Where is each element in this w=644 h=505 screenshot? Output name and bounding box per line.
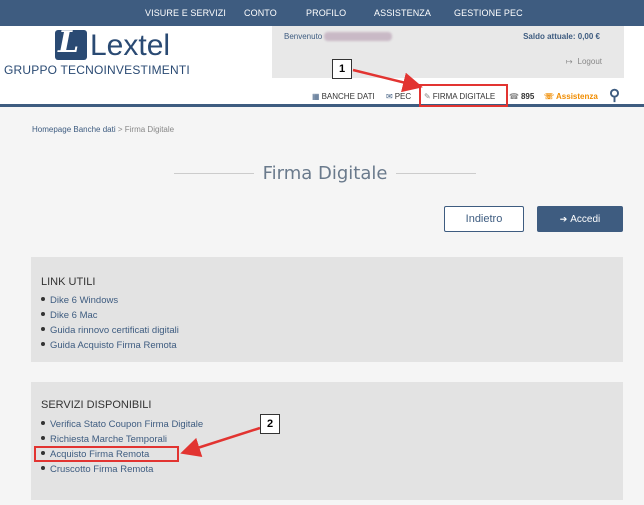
top-navigation: VISURE E SERVIZI CONTO PROFILO ASSISTENZ… <box>0 0 644 26</box>
breadcrumb-current: Firma Digitale <box>124 125 175 134</box>
link-cruscotto-firma-remota[interactable]: Cruscotto Firma Remota <box>41 462 203 477</box>
link-label: Verifica Stato Coupon Firma Digitale <box>50 419 204 430</box>
title-divider-right <box>396 173 476 174</box>
link-label: Dike 6 Windows <box>50 295 119 306</box>
assistenza-label: Assistenza <box>556 92 598 101</box>
nav-profilo[interactable]: PROFILO <box>306 0 346 26</box>
banche-dati-label: BANCHE DATI <box>321 92 375 101</box>
login-button[interactable]: ➔ Accedi <box>537 206 623 232</box>
bullet <box>41 297 45 302</box>
breadcrumb-home[interactable]: Homepage Banche dati <box>32 125 116 134</box>
sign-in-icon: ➔ <box>559 214 568 224</box>
user-box: Benvenuto Saldo attuale: 0,00 € ↦ Logout <box>272 26 624 78</box>
link-label: Richiesta Marche Temporali <box>50 434 168 445</box>
link-label: Guida Acquisto Firma Remota <box>50 340 177 351</box>
logout-label: Logout <box>577 57 602 66</box>
header-divider <box>0 104 644 107</box>
blurred-username <box>324 32 392 41</box>
link-dike-windows[interactable]: Dike 6 Windows <box>41 293 179 308</box>
nav-assistenza[interactable]: ASSISTENZA <box>374 0 431 26</box>
bullet <box>41 342 45 347</box>
link-verifica-coupon[interactable]: Verifica Stato Coupon Firma Digitale <box>41 417 203 432</box>
back-button[interactable]: Indietro <box>444 206 524 232</box>
bullet <box>41 312 45 317</box>
nav-visure-servizi[interactable]: VISURE E SERVIZI <box>145 0 226 26</box>
link-label: Guida rinnovo certificati digitali <box>50 325 179 336</box>
lextel-logo-icon[interactable]: L <box>55 26 87 60</box>
nav-gestione-pec[interactable]: GESTIONE PEC <box>454 0 523 26</box>
callout-2: 2 <box>260 414 280 434</box>
search-icon[interactable]: ⚲ <box>609 87 620 105</box>
subnav-assistenza[interactable]: ☏ Assistenza <box>544 91 598 103</box>
bullet <box>41 436 45 441</box>
acquisto-highlight-box <box>34 446 179 462</box>
envelope-icon: ✉ <box>386 92 393 101</box>
link-utili-panel: LINK UTILI Dike 6 Windows Dike 6 Mac Gui… <box>31 257 623 362</box>
subnav-phone[interactable]: ☎ 895 <box>509 91 534 103</box>
link-dike-mac[interactable]: Dike 6 Mac <box>41 308 179 323</box>
link-utili-list: Dike 6 Windows Dike 6 Mac Guida rinnovo … <box>41 293 179 353</box>
firma-digitale-highlight-box <box>419 84 508 107</box>
phone-icon: ☏ <box>544 92 555 101</box>
welcome-text: Benvenuto <box>284 32 323 41</box>
logo-name[interactable]: Lextel <box>90 30 170 62</box>
bullet <box>41 466 45 471</box>
servizi-disponibili-panel: SERVIZI DISPONIBILI Verifica Stato Coupo… <box>31 382 623 500</box>
phone-label: 895 <box>520 92 535 101</box>
page-title: Firma Digitale <box>262 163 388 184</box>
logout-icon: ↦ <box>565 57 573 66</box>
servizi-title: SERVIZI DISPONIBILI <box>41 399 152 411</box>
subnav-banche-dati[interactable]: ▦ BANCHE DATI <box>312 91 375 103</box>
title-divider-left <box>174 173 254 174</box>
headset-icon: ☎ <box>509 92 519 101</box>
callout-1: 1 <box>332 59 352 79</box>
breadcrumb: Homepage Banche dati > Firma Digitale <box>32 125 174 134</box>
grid-icon: ▦ <box>312 92 320 101</box>
link-utili-title: LINK UTILI <box>41 276 96 288</box>
link-label: Cruscotto Firma Remota <box>50 464 154 475</box>
pec-label: PEC <box>394 92 412 101</box>
link-guida-acquisto[interactable]: Guida Acquisto Firma Remota <box>41 338 179 353</box>
link-guida-rinnovo[interactable]: Guida rinnovo certificati digitali <box>41 323 179 338</box>
logout-link[interactable]: ↦ Logout <box>566 57 602 66</box>
subnav-pec[interactable]: ✉ PEC <box>386 91 411 103</box>
nav-conto[interactable]: CONTO <box>244 0 277 26</box>
link-marche-temporali[interactable]: Richiesta Marche Temporali <box>41 432 203 447</box>
bullet <box>41 421 45 426</box>
bullet <box>41 327 45 332</box>
logo-subtitle: GRUPPO TECNOINVESTIMENTI <box>4 63 190 77</box>
login-label: Accedi <box>570 214 601 225</box>
logo-glyph: L <box>58 25 80 60</box>
link-label: Dike 6 Mac <box>50 310 98 321</box>
breadcrumb-separator: > <box>115 125 125 134</box>
balance-text: Saldo attuale: 0,00 € <box>523 32 600 41</box>
